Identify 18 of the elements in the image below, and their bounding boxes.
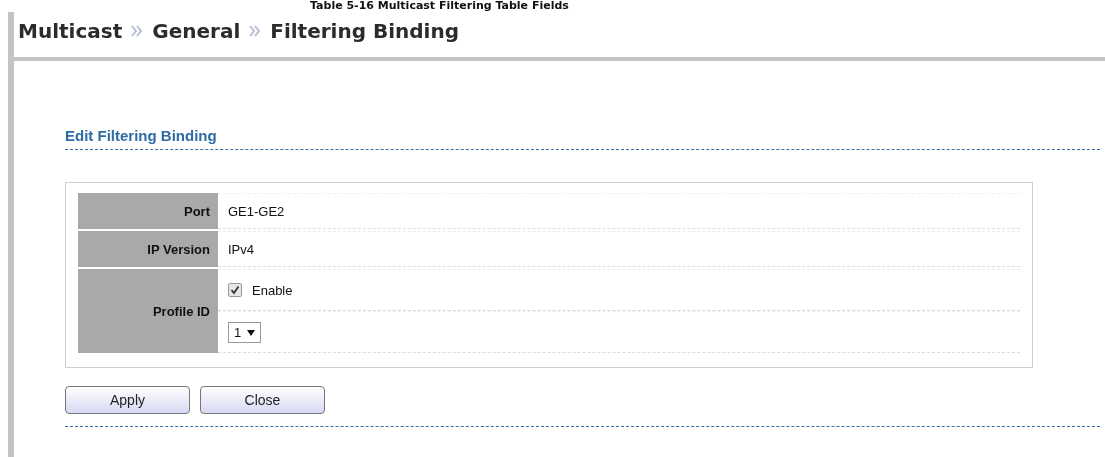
checkbox[interactable] (228, 283, 242, 297)
field-value: IPv4 (228, 241, 254, 257)
breadcrumb-item: General (152, 19, 241, 43)
field-label: IP Version (78, 231, 218, 267)
checkbox-label: Enable (252, 282, 293, 298)
field-label: Port (78, 193, 218, 229)
profile-select[interactable]: 1 (228, 321, 261, 343)
close-button[interactable]: Close (200, 386, 325, 414)
field-label: Profile ID (78, 269, 218, 353)
table-caption: Table 5-16 Multicast Filtering Table Fields (310, 0, 569, 12)
breadcrumb-item: Filtering Binding (270, 19, 460, 43)
double-chevron-icon (248, 24, 263, 38)
double-chevron-icon (130, 24, 145, 38)
breadcrumb-item: Multicast (18, 19, 123, 43)
section-title: Edit Filtering Binding (65, 127, 218, 144)
apply-button[interactable]: Apply (65, 386, 190, 414)
field-value: GE1-GE2 (228, 203, 285, 219)
caret-icon (246, 330, 255, 337)
